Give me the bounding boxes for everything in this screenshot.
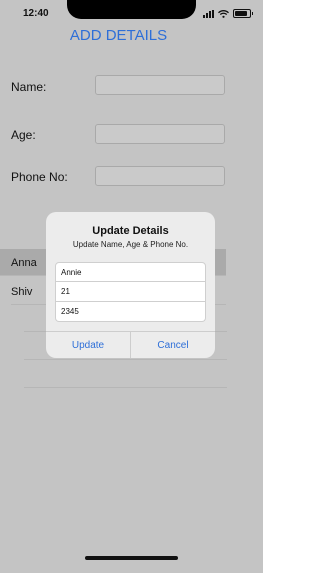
list-item-label: Shiv	[11, 286, 33, 298]
cellular-signal-icon	[203, 9, 214, 18]
phone-screen: 12:40 ADD DETAILS Name: Age: Phone No: A…	[0, 0, 263, 573]
age-field[interactable]	[95, 124, 225, 144]
battery-icon	[233, 9, 253, 18]
cancel-button[interactable]: Cancel	[131, 332, 215, 358]
wifi-icon	[218, 9, 229, 18]
name-label: Name:	[11, 80, 47, 94]
list-item-label: Anna	[11, 257, 37, 269]
device-notch	[67, 0, 196, 19]
list-divider	[24, 359, 227, 360]
status-time: 12:40	[23, 8, 49, 19]
list-divider	[24, 387, 227, 388]
update-details-alert: Update Details Update Name, Age & Phone …	[46, 212, 215, 358]
alert-phone-input[interactable]: 2345	[55, 302, 206, 322]
age-label: Age:	[11, 128, 36, 142]
home-indicator[interactable]	[85, 556, 178, 560]
status-bar: 12:40	[0, 0, 263, 30]
phone-label: Phone No:	[11, 170, 68, 184]
phone-field[interactable]	[95, 166, 225, 186]
name-field[interactable]	[95, 75, 225, 95]
alert-name-input[interactable]: Annie	[55, 262, 206, 282]
page-title: ADD DETAILS	[69, 27, 168, 44]
update-button[interactable]: Update	[46, 332, 131, 358]
alert-title: Update Details	[92, 225, 169, 237]
alert-button-bar: Update Cancel	[46, 331, 215, 358]
alert-age-input[interactable]: 21	[55, 282, 206, 302]
alert-message: Update Name, Age & Phone No.	[72, 240, 189, 249]
status-icons	[203, 9, 253, 18]
